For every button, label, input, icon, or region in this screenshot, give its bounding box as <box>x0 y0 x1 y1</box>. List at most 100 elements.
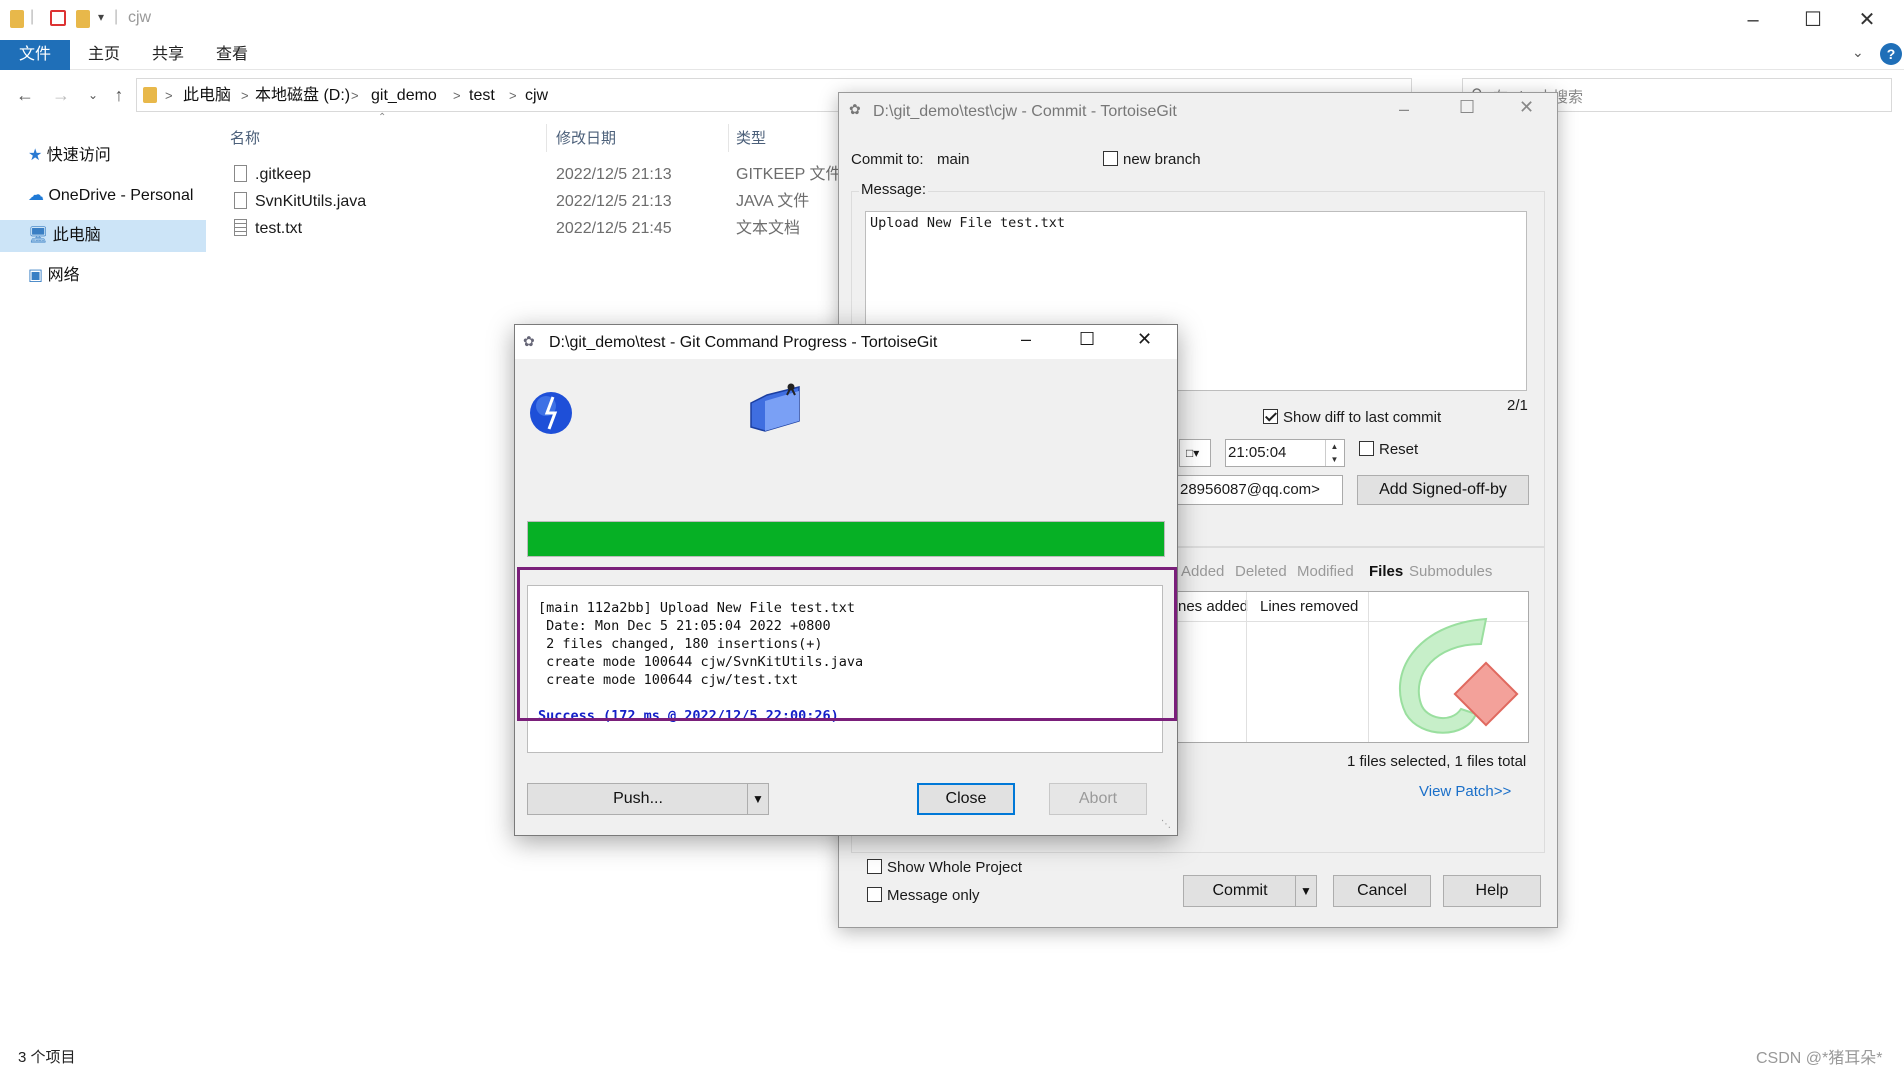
filter-deleted[interactable]: Deleted <box>1235 563 1287 580</box>
help-button[interactable]: Help <box>1443 875 1541 907</box>
star-icon: ★ <box>28 147 43 164</box>
tortoisegit-watermark-icon <box>1398 617 1519 734</box>
cloud-icon: ☁ <box>28 187 44 204</box>
commit-button[interactable]: Commit <box>1183 875 1297 907</box>
branch-name: main <box>937 151 970 168</box>
breadcrumb-this-pc[interactable]: 此电脑 <box>183 85 231 107</box>
push-dropdown-icon[interactable]: ▼ <box>747 783 769 815</box>
close-icon[interactable]: ✕ <box>1840 4 1894 36</box>
cancel-button[interactable]: Cancel <box>1333 875 1431 907</box>
sidebar-item-label: 快速访问 <box>46 147 111 164</box>
folder-upload-icon <box>750 383 800 432</box>
minimize-icon[interactable]: – <box>1726 4 1780 36</box>
recent-dropdown-icon[interactable]: ⌄ <box>80 82 106 108</box>
up-arrow-icon[interactable]: ↑ <box>106 82 132 108</box>
push-button[interactable]: Push... <box>527 783 749 815</box>
minimize-icon[interactable]: – <box>1021 329 1031 350</box>
filter-files[interactable]: Files <box>1369 563 1403 580</box>
tab-view[interactable]: 查看 <box>202 40 262 70</box>
crumb-sep: > <box>165 88 173 103</box>
message-only-checkbox[interactable]: Message only <box>867 887 980 904</box>
breadcrumb-drive[interactable]: 本地磁盘 (D:) <box>255 85 350 107</box>
computer-icon: 🖥 <box>28 227 49 244</box>
sidebar-item-quick-access[interactable]: ★ 快速访问 <box>28 140 111 172</box>
maximize-icon[interactable]: ☐ <box>1459 97 1475 118</box>
filter-submodules[interactable]: Submodules <box>1409 563 1492 580</box>
checkbox-label: Show Whole Project <box>887 859 1023 876</box>
checkbox-label: Show diff to last commit <box>1283 409 1442 426</box>
address-folder-icon <box>143 87 157 103</box>
help-icon[interactable]: ? <box>1880 43 1902 65</box>
show-diff-checkbox[interactable]: Show diff to last commit <box>1263 409 1441 426</box>
file-date: 2022/12/5 21:45 <box>556 220 672 237</box>
tab-share[interactable]: 共享 <box>138 40 198 70</box>
back-arrow-icon[interactable]: ← <box>12 82 38 108</box>
file-date: 2022/12/5 21:13 <box>556 193 672 210</box>
crumb-sep: > <box>509 88 517 103</box>
tab-file[interactable]: 文件 <box>0 40 70 70</box>
reset-checkbox[interactable]: Reset <box>1359 441 1418 458</box>
progress-bar <box>527 521 1165 557</box>
watermark: CSDN @*猪耳朵* <box>1756 1050 1883 1067</box>
properties-icon[interactable] <box>50 10 66 26</box>
highlight-box <box>517 567 1177 721</box>
sidebar-item-label: 此电脑 <box>52 227 101 244</box>
sidebar-item-network[interactable]: ▣ 网络 <box>28 260 80 292</box>
ribbon-expand-icon[interactable]: ⌄ <box>1852 44 1864 61</box>
sidebar-item-label: 网络 <box>47 267 80 284</box>
new-branch-checkbox[interactable]: new branch <box>1103 151 1201 168</box>
author-input[interactable]: 28956087@qq.com> <box>1175 475 1343 505</box>
tortoisegit-icon: ✿ <box>849 101 861 117</box>
close-icon[interactable]: ✕ <box>1137 329 1152 350</box>
maximize-icon[interactable]: ☐ <box>1079 329 1095 350</box>
breadcrumb-test[interactable]: test <box>469 85 495 107</box>
column-header-lines-added[interactable]: nes added <box>1178 598 1248 615</box>
forward-arrow-icon[interactable]: → <box>48 82 74 108</box>
changed-files-list[interactable]: nes added Lines removed <box>1175 591 1529 743</box>
time-spinner[interactable]: ▲ ▼ <box>1325 440 1343 466</box>
sidebar-item-onedrive[interactable]: ☁ OneDrive - Personal <box>28 180 193 212</box>
breadcrumb-cjw[interactable]: cjw <box>525 85 548 107</box>
explorer-title-bar: | ▾ | cjw – ☐ ✕ <box>0 0 1904 40</box>
checkbox-box <box>867 859 882 874</box>
table-row[interactable]: SvnKitUtils.java <box>234 189 366 215</box>
show-whole-project-checkbox[interactable]: Show Whole Project <box>867 859 1022 876</box>
crumb-sep: > <box>351 88 359 103</box>
text-file-icon <box>234 219 247 236</box>
resize-grip-icon[interactable]: ⋱ <box>1161 819 1171 830</box>
close-icon[interactable]: ✕ <box>1519 97 1534 118</box>
column-header-type[interactable]: 类型 <box>736 126 766 152</box>
new-folder-icon[interactable] <box>76 10 90 28</box>
maximize-icon[interactable]: ☐ <box>1786 4 1840 36</box>
column-header-name[interactable]: 名称 <box>230 126 260 152</box>
breadcrumb-git-demo[interactable]: git_demo <box>371 85 437 107</box>
filter-modified[interactable]: Modified <box>1297 563 1354 580</box>
file-name: SvnKitUtils.java <box>255 193 367 210</box>
qat-dropdown-icon[interactable]: ▾ <box>98 10 104 24</box>
progress-dialog-title: D:\git_demo\test - Git Command Progress … <box>549 334 938 351</box>
network-icon: ▣ <box>28 267 44 284</box>
view-patch-link[interactable]: View Patch>> <box>1419 783 1511 800</box>
close-button[interactable]: Close <box>917 783 1015 815</box>
abort-button[interactable]: Abort <box>1049 783 1147 815</box>
checkbox-box <box>867 887 882 902</box>
checkbox-box <box>1359 441 1374 456</box>
column-header-lines-removed[interactable]: Lines removed <box>1260 598 1358 615</box>
navigation-pane: ★ 快速访问 ☁ OneDrive - Personal 🖥 此电脑 ▣ 网络 <box>0 118 206 1038</box>
sidebar-item-this-pc[interactable]: 🖥 此电脑 <box>0 220 206 252</box>
filter-added[interactable]: Added <box>1181 563 1224 580</box>
checkbox-box <box>1263 409 1278 424</box>
checkbox-label: Reset <box>1379 441 1419 458</box>
column-header-date[interactable]: 修改日期 <box>556 126 616 152</box>
commit-dropdown-icon[interactable]: ▼ <box>1295 875 1317 907</box>
minimize-icon[interactable]: – <box>1399 99 1409 120</box>
java-file-icon <box>234 192 247 209</box>
calendar-dropdown[interactable]: □▾ <box>1179 439 1211 467</box>
add-signed-off-button[interactable]: Add Signed-off-by <box>1357 475 1529 505</box>
table-row[interactable]: .gitkeep <box>234 162 311 188</box>
column-divider <box>728 124 729 152</box>
table-row[interactable]: test.txt <box>234 216 302 242</box>
sidebar-item-label: OneDrive - Personal <box>48 187 194 204</box>
tab-home[interactable]: 主页 <box>74 40 134 70</box>
progress-dialog: ✿ D:\git_demo\test - Git Command Progres… <box>514 324 1178 836</box>
